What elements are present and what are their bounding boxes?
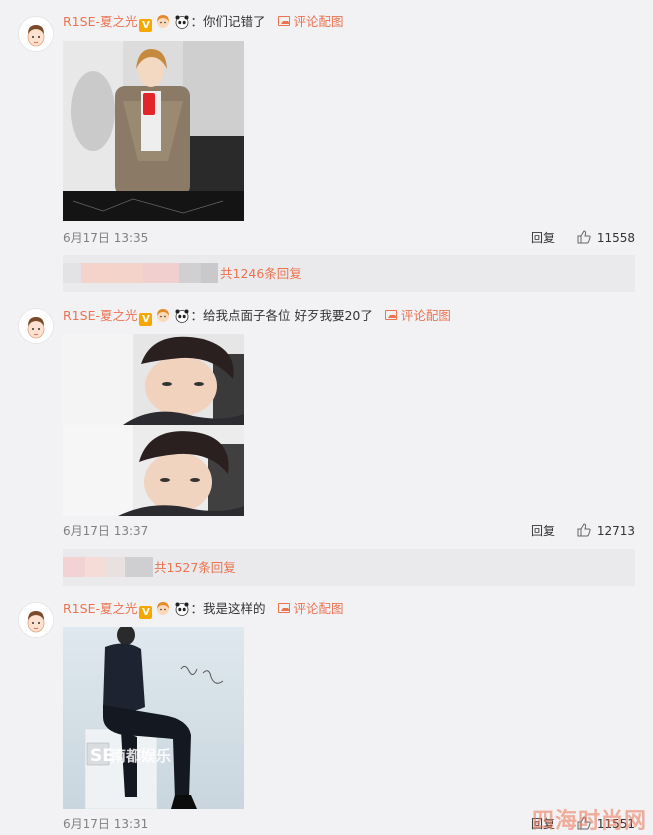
replies-panel: 共1246条回复 [63, 255, 635, 292]
comment-image-link[interactable]: 评论配图 [277, 601, 344, 616]
comment-image-link[interactable]: 评论配图 [384, 308, 451, 323]
like-button[interactable]: 12713 [577, 522, 635, 540]
username-link[interactable]: R1SE-夏之光 [63, 14, 137, 29]
replies-panel: 共1527条回复 [63, 549, 635, 586]
verified-badge-icon: V [139, 606, 153, 619]
comment-text: ：你们记错了 [190, 14, 266, 29]
comment-image-label: 评论配图 [400, 308, 451, 323]
panda-emoji-icon [175, 309, 189, 323]
comment-image[interactable] [63, 41, 244, 221]
site-watermark: 四海时尚网 [531, 809, 647, 834]
avatar[interactable] [18, 602, 54, 638]
like-count: 11558 [596, 231, 635, 245]
avatar[interactable] [18, 16, 54, 52]
thumbs-up-icon [577, 523, 591, 537]
blurred-replier-names [63, 263, 218, 283]
girl-emoji-icon [157, 309, 170, 322]
username-link[interactable]: R1SE-夏之光 [63, 601, 137, 616]
girl-emoji-icon [157, 602, 170, 615]
like-count: 12713 [596, 524, 635, 538]
comment-image-label: 评论配图 [293, 14, 344, 29]
panda-emoji-icon [175, 15, 189, 29]
like-button[interactable]: 11558 [577, 229, 635, 247]
verified-badge-icon: V [139, 19, 153, 32]
verified-badge-icon: V [139, 313, 153, 326]
girl-emoji-icon [157, 15, 170, 28]
image-icon [384, 310, 397, 320]
thumbs-up-icon [577, 230, 591, 244]
username-link[interactable]: R1SE-夏之光 [63, 308, 137, 323]
comment-date: 6月17日 13:35 [63, 231, 149, 245]
comment-date: 6月17日 13:37 [63, 524, 149, 538]
comment-image-link[interactable]: 评论配图 [277, 14, 344, 29]
view-all-replies-link[interactable]: 共1527条回复 [154, 559, 236, 577]
reply-button[interactable]: 回复 [531, 522, 555, 540]
view-all-replies-link[interactable]: 共1246条回复 [220, 265, 302, 283]
panda-emoji-icon [175, 602, 189, 616]
avatar[interactable] [18, 308, 54, 344]
comment-image[interactable] [63, 334, 244, 516]
image-icon [277, 603, 290, 613]
image-icon [277, 16, 290, 26]
comment-image[interactable]: SE 南都娱乐 [63, 627, 244, 809]
comment-header: R1SE-夏之光 V ：我是这样的 评论配图 [63, 600, 344, 619]
comment-meta: 6月17日 13:37 回复 12713 [63, 522, 635, 540]
comment-date: 6月17日 13:31 [63, 817, 149, 831]
reply-button[interactable]: 回复 [531, 229, 555, 247]
blurred-replier-names [63, 557, 153, 577]
image-overlay-text: 南都娱乐 [111, 747, 171, 765]
comment-meta: 6月17日 13:35 回复 11558 [63, 229, 635, 247]
comment-header: R1SE-夏之光 V ：给我点面子各位 好歹我要20了 评论配图 [63, 307, 451, 326]
comment-text: ：给我点面子各位 好歹我要20了 [190, 308, 373, 323]
comment-image-label: 评论配图 [293, 601, 344, 616]
comment-header: R1SE-夏之光 V ：你们记错了 评论配图 [63, 13, 344, 32]
comment-text: ：我是这样的 [190, 601, 266, 616]
